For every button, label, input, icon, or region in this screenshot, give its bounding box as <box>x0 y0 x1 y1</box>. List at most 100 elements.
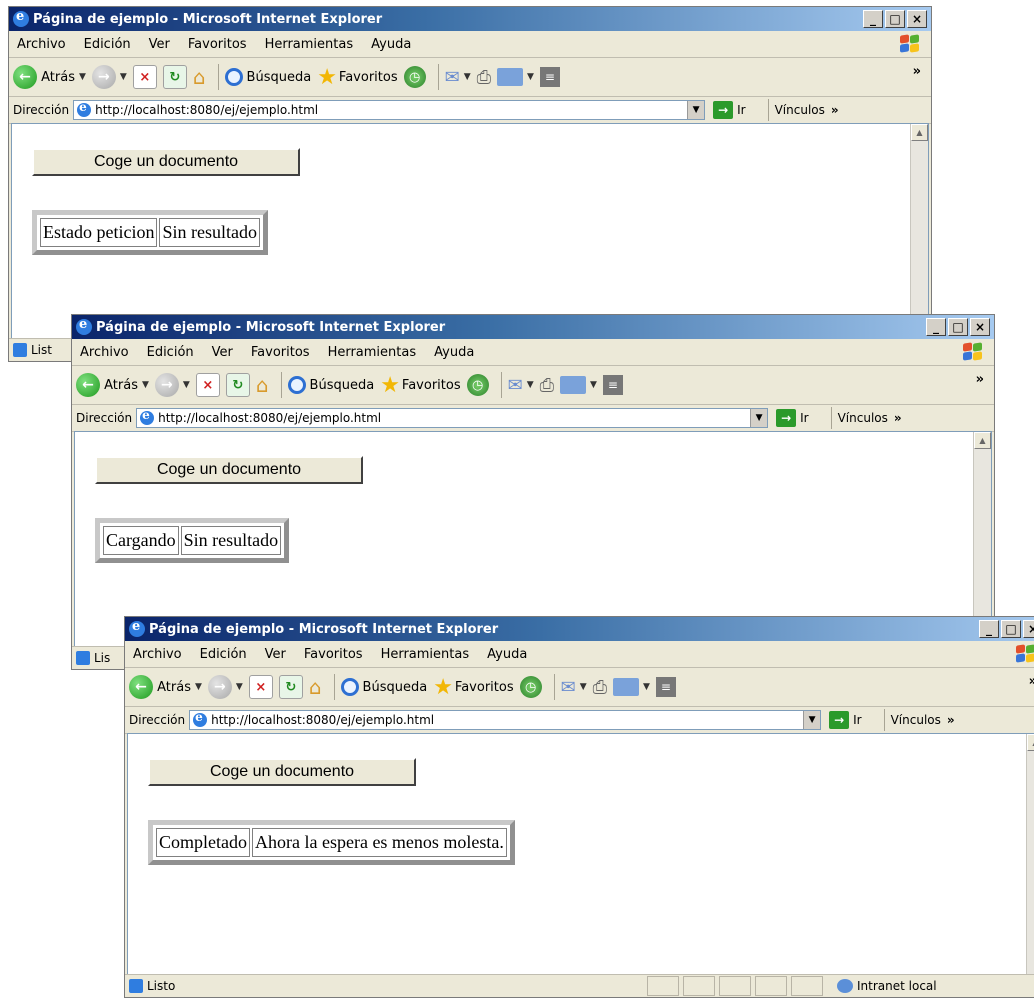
history-button[interactable]: ◷ <box>519 676 542 698</box>
vertical-scrollbar[interactable]: ▲ <box>973 432 991 646</box>
address-dropdown-icon[interactable]: ▼ <box>750 409 768 427</box>
vertical-scrollbar[interactable]: ▲ <box>910 124 928 338</box>
page-content: Coge un documento Estado peticion Sin re… <box>11 123 929 339</box>
menu-ayuda[interactable]: Ayuda <box>371 37 411 52</box>
search-button[interactable]: Búsqueda <box>287 376 374 394</box>
back-button[interactable]: ← Atrás ▼ <box>76 373 149 397</box>
go-button[interactable]: → Ir <box>829 711 862 729</box>
links-chevron-icon[interactable]: » <box>947 713 955 727</box>
favorites-button[interactable]: ★ Favoritos <box>433 675 513 700</box>
maximize-button[interactable]: □ <box>948 318 968 336</box>
print-button[interactable]: ⎙ <box>593 677 607 698</box>
home-button[interactable]: ⌂ <box>309 675 322 699</box>
favorites-button[interactable]: ★ Favoritos <box>380 373 460 398</box>
history-button[interactable]: ◷ <box>403 66 426 88</box>
get-document-button[interactable]: Coge un documento <box>95 456 363 484</box>
close-button[interactable]: × <box>907 10 927 28</box>
links-chevron-icon[interactable]: » <box>894 411 902 425</box>
scroll-up-icon[interactable]: ▲ <box>974 432 991 449</box>
print-button[interactable]: ⎙ <box>540 375 554 396</box>
links-label[interactable]: Vínculos <box>838 411 888 425</box>
toolbar-chevron-icon[interactable]: » <box>1029 674 1034 689</box>
get-document-button[interactable]: Coge un documento <box>148 758 416 786</box>
links-label[interactable]: Vínculos <box>775 103 825 117</box>
address-input[interactable]: http://localhost:8080/ej/ejemplo.html ▼ <box>73 100 706 120</box>
minimize-button[interactable]: _ <box>926 318 946 336</box>
back-button[interactable]: ← Atrás ▼ <box>129 675 202 699</box>
search-button[interactable]: Búsqueda <box>224 68 311 86</box>
refresh-button[interactable]: ↻ <box>278 675 303 699</box>
title-bar[interactable]: Página de ejemplo - Microsoft Internet E… <box>72 315 994 339</box>
go-button[interactable]: → Ir <box>713 101 746 119</box>
menu-favoritos[interactable]: Favoritos <box>188 37 247 52</box>
menu-herramientas[interactable]: Herramientas <box>328 345 417 360</box>
search-button[interactable]: Búsqueda <box>340 678 427 696</box>
menu-ayuda[interactable]: Ayuda <box>487 647 527 662</box>
address-input[interactable]: http://localhost:8080/ej/ejemplo.html ▼ <box>136 408 769 428</box>
go-label: Ir <box>800 411 809 425</box>
back-button[interactable]: ← Atrás ▼ <box>13 65 86 89</box>
minimize-button[interactable]: _ <box>863 10 883 28</box>
close-button[interactable]: × <box>970 318 990 336</box>
get-document-button[interactable]: Coge un documento <box>32 148 300 176</box>
stop-button[interactable]: × <box>195 373 220 397</box>
vertical-scrollbar[interactable]: ▲ <box>1026 734 1034 974</box>
home-button[interactable]: ⌂ <box>256 373 269 397</box>
edit-icon <box>497 68 524 86</box>
menu-edicion[interactable]: Edición <box>200 647 247 662</box>
refresh-button[interactable]: ↻ <box>162 65 187 89</box>
forward-button[interactable]: → ▼ <box>154 373 190 397</box>
print-button[interactable]: ⎙ <box>477 67 491 88</box>
menu-ayuda[interactable]: Ayuda <box>434 345 474 360</box>
forward-button[interactable]: → ▼ <box>207 675 243 699</box>
home-button[interactable]: ⌂ <box>193 65 206 89</box>
discuss-button[interactable]: ≡ <box>539 67 560 87</box>
intranet-icon <box>837 979 853 993</box>
scroll-up-icon[interactable]: ▲ <box>1027 734 1034 751</box>
toolbar-chevron-icon[interactable]: » <box>976 372 984 387</box>
menu-archivo[interactable]: Archivo <box>17 37 66 52</box>
menu-ver[interactable]: Ver <box>265 647 286 662</box>
close-button[interactable]: × <box>1023 620 1034 638</box>
menu-favoritos[interactable]: Favoritos <box>251 345 310 360</box>
toolbar-chevron-icon[interactable]: » <box>913 64 921 79</box>
maximize-button[interactable]: □ <box>1001 620 1021 638</box>
title-bar[interactable]: Página de ejemplo - Microsoft Internet E… <box>9 7 931 31</box>
address-input[interactable]: http://localhost:8080/ej/ejemplo.html ▼ <box>189 710 822 730</box>
refresh-button[interactable]: ↻ <box>225 373 250 397</box>
history-button[interactable]: ◷ <box>466 374 489 396</box>
menu-herramientas[interactable]: Herramientas <box>381 647 470 662</box>
address-dropdown-icon[interactable]: ▼ <box>803 711 821 729</box>
mail-button[interactable]: ✉ ▼ <box>445 67 471 88</box>
mail-button[interactable]: ✉ ▼ <box>508 375 534 396</box>
links-chevron-icon[interactable]: » <box>831 103 839 117</box>
favorites-button[interactable]: ★ Favoritos <box>317 65 397 90</box>
discuss-button[interactable]: ≡ <box>602 375 623 395</box>
menu-herramientas[interactable]: Herramientas <box>265 37 354 52</box>
title-bar[interactable]: Página de ejemplo - Microsoft Internet E… <box>125 617 1034 641</box>
links-label[interactable]: Vínculos <box>891 713 941 727</box>
forward-button[interactable]: → ▼ <box>91 65 127 89</box>
maximize-button[interactable]: □ <box>885 10 905 28</box>
address-dropdown-icon[interactable]: ▼ <box>687 101 705 119</box>
go-label: Ir <box>853 713 862 727</box>
scroll-up-icon[interactable]: ▲ <box>911 124 928 141</box>
edit-button[interactable]: ▼ <box>613 678 650 696</box>
stop-button[interactable]: × <box>132 65 157 89</box>
menu-favoritos[interactable]: Favoritos <box>304 647 363 662</box>
minimize-button[interactable]: _ <box>979 620 999 638</box>
menu-archivo[interactable]: Archivo <box>80 345 129 360</box>
menu-edicion[interactable]: Edición <box>147 345 194 360</box>
menu-ver[interactable]: Ver <box>149 37 170 52</box>
print-icon: ⎙ <box>539 374 555 396</box>
discuss-button[interactable]: ≡ <box>655 677 676 697</box>
mail-button[interactable]: ✉ ▼ <box>561 677 587 698</box>
menu-archivo[interactable]: Archivo <box>133 647 182 662</box>
toolbar: ← Atrás ▼ → ▼ × ↻ ⌂ Búsqueda ★ Favoritos ◷ … <box>72 366 994 405</box>
go-button[interactable]: → Ir <box>776 409 809 427</box>
edit-button[interactable]: ▼ <box>497 68 534 86</box>
menu-ver[interactable]: Ver <box>212 345 233 360</box>
stop-button[interactable]: × <box>248 675 273 699</box>
menu-edicion[interactable]: Edición <box>84 37 131 52</box>
edit-button[interactable]: ▼ <box>560 376 597 394</box>
